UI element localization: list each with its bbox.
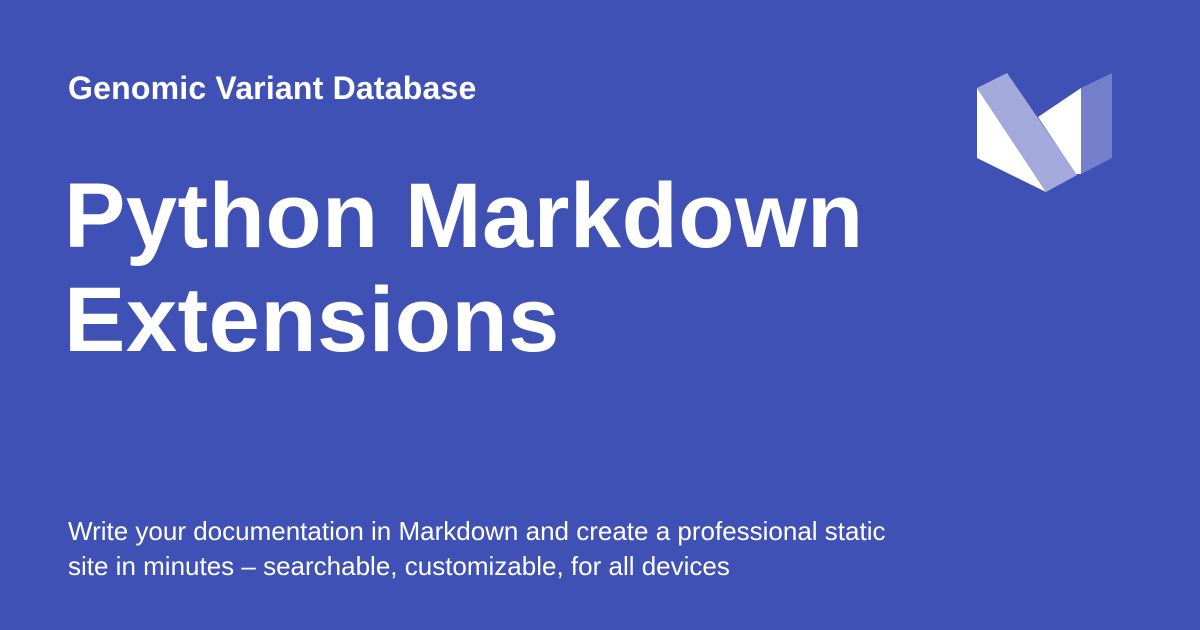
site-name: Genomic Variant Database [68, 70, 477, 106]
material-logo-icon [977, 73, 1112, 192]
page-description: Write your documentation in Markdown and… [68, 516, 886, 581]
page-title: Python Markdown Extensions [64, 165, 864, 371]
